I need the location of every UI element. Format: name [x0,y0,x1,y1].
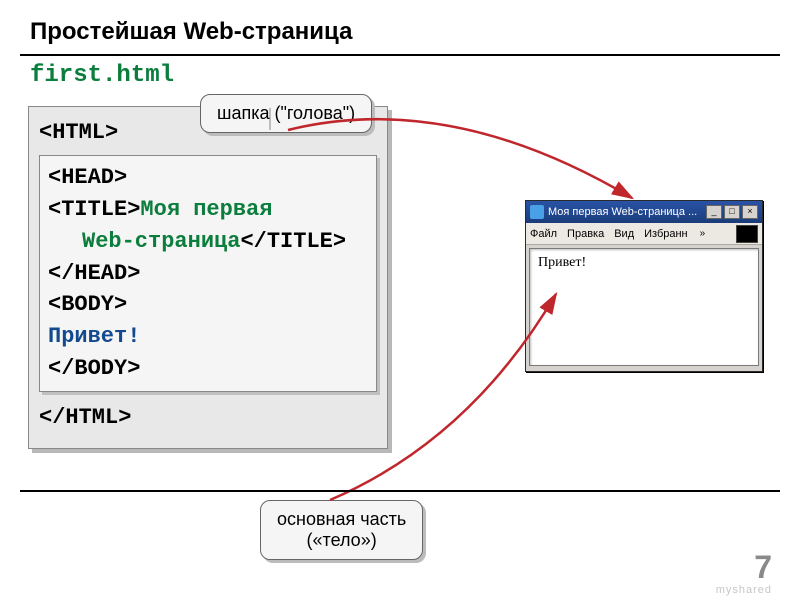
code-title-text2: Web-страница [48,226,240,258]
menu-file[interactable]: Файл [530,228,557,240]
bottom-rule [20,490,780,492]
code-title-text1: Моя первая [140,197,272,222]
menu-edit[interactable]: Правка [567,228,604,240]
menu-more-icon[interactable]: » [698,228,708,239]
code-head-open: <HEAD> [48,162,368,194]
code-html-close: </HTML> [39,402,377,434]
code-body-text: Привет! [48,321,368,353]
watermark: myshared [716,584,772,596]
filename-label: first.html [0,56,800,91]
browser-titlebar: Моя первая Web-страница ... _ □ × [526,201,762,223]
callout-body-line2: («тело») [277,530,406,551]
callout-body: основная часть («тело») [260,500,423,560]
code-head-close: </HEAD> [48,258,368,290]
browser-body-text: Привет! [538,255,586,270]
close-button[interactable]: × [742,205,758,219]
minimize-button[interactable]: _ [706,205,722,219]
code-title-close: </TITLE> [240,229,346,254]
code-body-close: </BODY> [48,353,368,385]
code-block-head-body: <HEAD> <TITLE>Моя первая Web-страница</T… [39,155,377,392]
browser-content: Привет! [529,248,759,366]
ie-icon [530,205,544,219]
callout-body-line1: основная часть [277,509,406,530]
browser-window: Моя первая Web-страница ... _ □ × Файл П… [525,200,763,372]
code-title-line2: Web-страница</TITLE> [48,226,368,258]
callout-head: шапка ("голова") [200,94,372,133]
code-title-line1: <TITLE>Моя первая [48,194,368,226]
browser-menubar: Файл Правка Вид Избранн » [526,223,762,245]
slide-number: 7 [754,549,772,586]
code-body-open: <BODY> [48,289,368,321]
slide-title: Простейшая Web-страница [0,0,800,54]
maximize-button[interactable]: □ [724,205,740,219]
menu-view[interactable]: Вид [614,228,634,240]
browser-title-text: Моя первая Web-страница ... [548,206,704,218]
menu-favorites[interactable]: Избранн [644,228,688,240]
code-title-open: <TITLE> [48,197,140,222]
throbber-icon [736,225,758,243]
code-block-outer: <HTML> <HEAD> <TITLE>Моя первая Web-стра… [28,106,388,449]
